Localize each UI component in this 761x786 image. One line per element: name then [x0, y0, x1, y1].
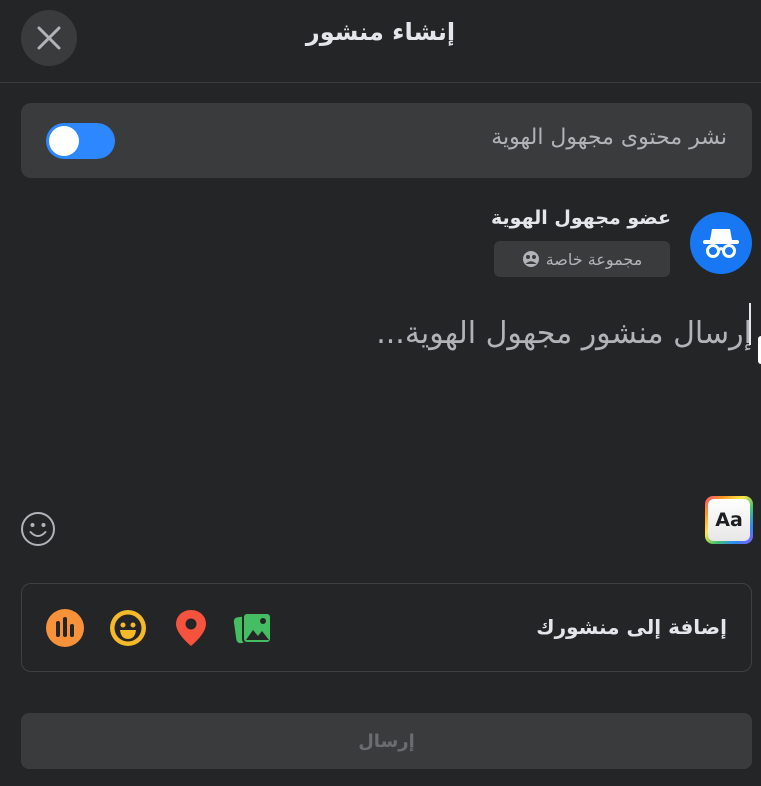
location-icon — [176, 610, 206, 646]
submit-button[interactable]: إرسال — [21, 713, 752, 769]
feeling-icon — [110, 610, 146, 646]
author-name: عضو مجهول الهوية — [491, 207, 671, 229]
anonymous-post-label: نشر محتوى مجهول الهوية — [491, 125, 727, 150]
dialog-title: إنشاء منشور — [305, 18, 456, 46]
feeling-button[interactable] — [108, 608, 148, 648]
location-button[interactable] — [171, 608, 211, 648]
poll-button[interactable] — [45, 608, 85, 648]
incognito-icon — [703, 229, 739, 258]
text-style-button[interactable]: Aa — [705, 496, 753, 544]
photo-video-icon — [233, 612, 272, 644]
anonymous-toggle[interactable] — [46, 123, 115, 159]
smiley-outline-icon — [21, 512, 55, 546]
post-text-input[interactable] — [250, 302, 754, 364]
photo-video-button[interactable] — [233, 608, 273, 648]
audience-badge[interactable]: مجموعة خاصة — [494, 241, 670, 277]
submit-label: إرسال — [358, 730, 415, 752]
group-icon — [522, 251, 539, 267]
emoji-button[interactable] — [20, 511, 56, 547]
text-cursor — [749, 303, 751, 345]
anonymous-avatar — [690, 212, 752, 274]
text-style-label: Aa — [708, 499, 750, 541]
add-to-post-label: إضافة إلى منشورك — [536, 615, 727, 639]
anonymous-post-setting: نشر محتوى مجهول الهوية — [21, 103, 752, 178]
audience-label: مجموعة خاصة — [545, 249, 643, 269]
dialog-header: إنشاء منشور — [0, 0, 761, 83]
toggle-knob — [49, 126, 79, 156]
poll-icon — [46, 609, 84, 647]
